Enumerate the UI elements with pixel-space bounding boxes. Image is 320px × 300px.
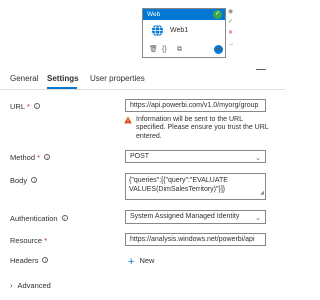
headers-label-text: Headers (10, 256, 39, 265)
tab-user-properties[interactable]: User properties (90, 74, 145, 83)
collapse-panel-handle[interactable] (256, 69, 266, 70)
advanced-section-toggle[interactable]: › Advanced (10, 281, 51, 290)
advanced-label: Advanced (17, 281, 51, 290)
activity-header: Web ✓ (143, 9, 225, 20)
globe-icon (151, 24, 164, 37)
info-icon: i (44, 154, 51, 160)
copy-icon[interactable]: ⧉ (177, 45, 182, 54)
info-icon: i (42, 257, 49, 263)
authentication-select-value: System Assigned Managed Identity (130, 213, 240, 220)
add-header-button[interactable]: + New (128, 256, 154, 268)
failure-connector-icon[interactable]: ✕ (228, 30, 233, 36)
method-select-value: POST (130, 153, 150, 160)
activity-name: Web1 (170, 27, 189, 34)
url-warning: Information will be sent to the URL spec… (124, 116, 274, 141)
warning-icon (124, 116, 132, 124)
url-label-text: URL (10, 102, 25, 111)
activity-output-connectors: ◉ ✓ ✕ → (227, 9, 237, 57)
success-connector-icon[interactable]: ✓ (228, 19, 233, 25)
body-textarea-value: {"queries":[{"query":"EVALUATE VALUES(Di… (129, 177, 228, 193)
chevron-down-icon: ⌄ (255, 215, 261, 222)
completion-connector-icon[interactable]: → (228, 41, 234, 47)
chevron-down-icon: ⌄ (255, 155, 261, 162)
resource-label: Resource * (10, 236, 47, 245)
authentication-select[interactable]: System Assigned Managed Identity ⌄ (125, 210, 266, 224)
web-activity-card[interactable]: Web ✓ Web1 🗑 {} ⧉ ➔ (142, 8, 226, 58)
required-marker: * (37, 153, 41, 162)
url-label: URL * i (10, 102, 40, 111)
activity-type-label: Web (147, 11, 161, 18)
authentication-label-text: Authentication (10, 214, 58, 223)
method-label: Method * i (10, 153, 51, 162)
url-warning-text: Information will be sent to the URL spec… (136, 116, 269, 140)
tabs-divider (0, 89, 285, 90)
code-icon[interactable]: {} (162, 45, 167, 54)
method-label-text: Method (10, 153, 36, 162)
properties-tabs: General Settings User properties (0, 72, 285, 89)
resource-input[interactable]: https://analysis.windows.net/powerbi/api (125, 233, 266, 246)
activity-actions: 🗑 {} ⧉ ➔ (149, 45, 223, 55)
resource-label-text: Resource (10, 236, 43, 245)
skip-connector-icon[interactable]: ◉ (228, 9, 233, 15)
tab-general[interactable]: General (10, 74, 38, 83)
add-header-label: New (139, 256, 155, 265)
info-icon: i (31, 177, 38, 183)
required-marker: * (44, 236, 48, 245)
info-icon: i (33, 103, 40, 109)
body-label: Body i (10, 176, 38, 185)
run-arrow-icon[interactable]: ➔ (214, 45, 223, 54)
info-icon: i (61, 215, 68, 221)
url-input[interactable]: https://api.powerbi.com/v1.0/myorg/group (125, 99, 266, 112)
method-select[interactable]: POST ⌄ (125, 150, 266, 163)
body-label-text: Body (10, 176, 28, 185)
headers-label: Headers i (10, 256, 49, 265)
resize-handle-icon[interactable]: ◢ (260, 189, 264, 198)
tab-settings[interactable]: Settings (47, 74, 79, 83)
delete-icon[interactable]: 🗑 (149, 45, 158, 54)
required-marker: * (26, 102, 30, 111)
body-textarea[interactable]: {"queries":[{"query":"EVALUATE VALUES(Di… (125, 173, 266, 200)
plus-icon: + (128, 256, 135, 268)
success-check-icon: ✓ (213, 10, 222, 19)
authentication-label: Authentication i (10, 214, 68, 223)
chevron-right-icon: › (10, 281, 13, 290)
